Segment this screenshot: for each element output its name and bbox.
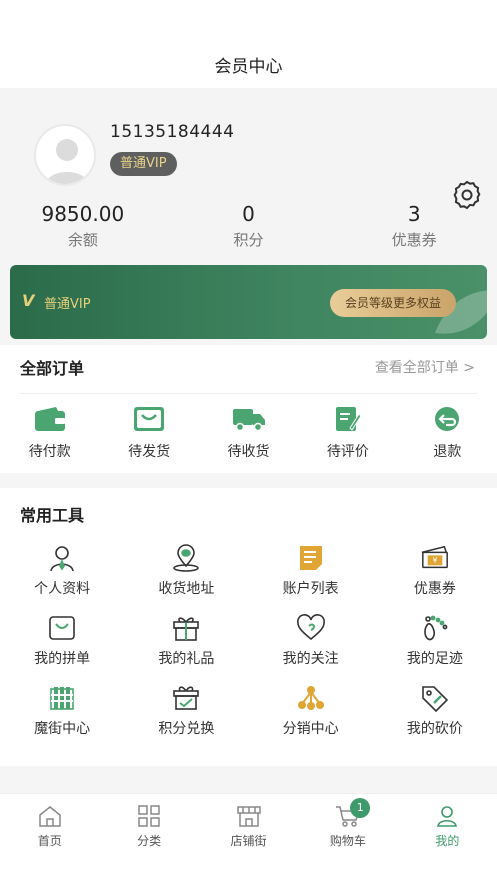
stat-value: 3 — [407, 202, 421, 226]
tab-label: 首页 — [37, 834, 62, 848]
store-icon — [236, 806, 261, 827]
wallet-icon — [33, 405, 67, 433]
order-item-label: 退款 — [433, 444, 462, 460]
stat-value: 9850.00 — [41, 202, 125, 226]
tab-label: 购物车 — [329, 834, 366, 848]
tool-mojie-center[interactable]: 魔街中心 — [0, 684, 124, 740]
tab-label: 我的 — [435, 834, 460, 848]
user-icon — [47, 544, 77, 572]
bottom-tab-bar: 首页 分类 店铺街 1 购物车 我的 — [0, 793, 497, 883]
tool-distribution[interactable]: 分销中心 — [249, 684, 373, 740]
order-pending-shipment[interactable]: 待发货 — [99, 405, 198, 465]
tab-home[interactable]: 首页 — [0, 794, 99, 883]
truck-icon — [232, 405, 266, 433]
avatar[interactable] — [34, 124, 96, 186]
tool-label: 我的礼品 — [158, 651, 215, 667]
coupon-icon: ¥ — [420, 544, 450, 572]
vip-benefits-button[interactable]: 会员等级更多权益 — [330, 289, 456, 317]
tool-gift[interactable]: 我的礼品 — [124, 614, 248, 670]
group-order-icon — [47, 614, 77, 642]
orders-title: 全部订单 — [20, 359, 85, 378]
stat-label: 积分 — [233, 231, 264, 249]
tools-title: 常用工具 — [20, 506, 85, 525]
vip-card[interactable]: V 普通VIP 会员等级更多权益 — [10, 265, 487, 339]
distribution-icon — [296, 684, 326, 712]
points-exchange-icon — [171, 684, 201, 712]
tool-label: 账户列表 — [282, 581, 339, 597]
vip-v-icon: V — [22, 291, 35, 310]
page-title: 会员中心 — [214, 56, 283, 77]
category-icon — [138, 805, 160, 827]
order-item-label: 待收货 — [227, 444, 270, 460]
cart-count-badge: 1 — [350, 798, 371, 818]
stat-balance[interactable]: 9850.00 余额 — [0, 200, 166, 256]
tool-label: 收货地址 — [158, 581, 215, 597]
order-pending-receipt[interactable]: 待收货 — [199, 405, 298, 465]
vip-card-level: 普通VIP — [44, 297, 91, 312]
home-icon — [38, 806, 61, 827]
tool-label: 我的砍价 — [406, 721, 463, 737]
tool-follow[interactable]: 我的关注 — [249, 614, 373, 670]
tools-grid: 个人资料 收货地址 账户列表 ¥ 优惠券 我的拼单 我的礼品 我的关注 我的足迹 — [0, 544, 497, 740]
tab-label: 店铺街 — [230, 834, 267, 848]
tool-label: 我的拼单 — [34, 651, 91, 667]
shopping-bag-icon — [132, 405, 166, 433]
bargain-icon — [420, 684, 450, 712]
tool-coupon[interactable]: ¥ 优惠券 — [373, 544, 497, 600]
edit-doc-icon — [331, 405, 365, 433]
tool-account-list[interactable]: 账户列表 — [249, 544, 373, 600]
stat-points[interactable]: 0 积分 — [166, 200, 332, 256]
order-item-label: 待评价 — [326, 444, 369, 460]
tool-footprint[interactable]: 我的足迹 — [373, 614, 497, 670]
order-item-label: 待发货 — [128, 444, 171, 460]
vip-level-badge: 普通VIP — [110, 152, 177, 176]
tool-label: 个人资料 — [34, 581, 91, 597]
order-status-row: 待付款 待发货 待收货 待评价 退款 — [0, 405, 497, 465]
stat-coupons[interactable]: 3 优惠券 — [331, 200, 497, 256]
footprint-icon — [420, 614, 450, 642]
status-bar — [0, 0, 497, 40]
tools-section: 常用工具 个人资料 收货地址 账户列表 ¥ 优惠券 我的拼单 我的礼品 我的关注 — [0, 488, 497, 766]
stats-row: 9850.00 余额 0 积分 3 优惠券 — [0, 200, 497, 256]
tab-category[interactable]: 分类 — [99, 794, 198, 883]
order-pending-payment[interactable]: 待付款 — [0, 405, 99, 465]
tool-label: 我的足迹 — [406, 651, 463, 667]
orders-section: 全部订单 查看全部订单 > 待付款 待发货 待收货 待评价 退款 — [0, 345, 497, 473]
order-item-label: 待付款 — [28, 444, 71, 460]
order-refund[interactable]: 退款 — [398, 405, 497, 465]
view-all-orders-link[interactable]: 查看全部订单 > — [375, 357, 475, 377]
tool-label: 我的关注 — [282, 651, 339, 667]
tab-store-street[interactable]: 店铺街 — [199, 794, 298, 883]
profile-section: 15135184444 普通VIP 9850.00 余额 0 积分 3 优惠券 — [0, 88, 497, 260]
tool-address[interactable]: 收货地址 — [124, 544, 248, 600]
heart-icon — [296, 614, 326, 642]
building-icon — [47, 684, 77, 712]
me-icon — [437, 806, 458, 827]
gift-icon — [171, 614, 201, 642]
divider — [20, 393, 477, 394]
tool-label: 分销中心 — [282, 721, 339, 737]
tool-profile[interactable]: 个人资料 — [0, 544, 124, 600]
tool-points-exchange[interactable]: 积分兑换 — [124, 684, 248, 740]
tab-label: 分类 — [137, 834, 162, 848]
tool-label: 优惠券 — [413, 581, 456, 597]
tool-label: 魔街中心 — [34, 721, 91, 737]
stat-label: 优惠券 — [391, 231, 437, 249]
avatar-placeholder-icon — [46, 139, 88, 184]
tab-cart[interactable]: 1 购物车 — [298, 794, 397, 883]
location-icon — [171, 544, 201, 572]
stat-value: 0 — [242, 202, 255, 226]
tool-label: 积分兑换 — [158, 721, 215, 737]
tool-group-order[interactable]: 我的拼单 — [0, 614, 124, 670]
order-pending-review[interactable]: 待评价 — [298, 405, 397, 465]
refund-icon — [430, 405, 464, 433]
account-list-icon — [296, 544, 326, 572]
stat-label: 余额 — [67, 231, 98, 249]
nav-bar: 会员中心 — [0, 40, 497, 88]
tab-me[interactable]: 我的 — [398, 794, 497, 883]
phone-number: 15135184444 — [110, 122, 235, 142]
svg-text:¥: ¥ — [432, 556, 437, 565]
tool-bargain[interactable]: 我的砍价 — [373, 684, 497, 740]
